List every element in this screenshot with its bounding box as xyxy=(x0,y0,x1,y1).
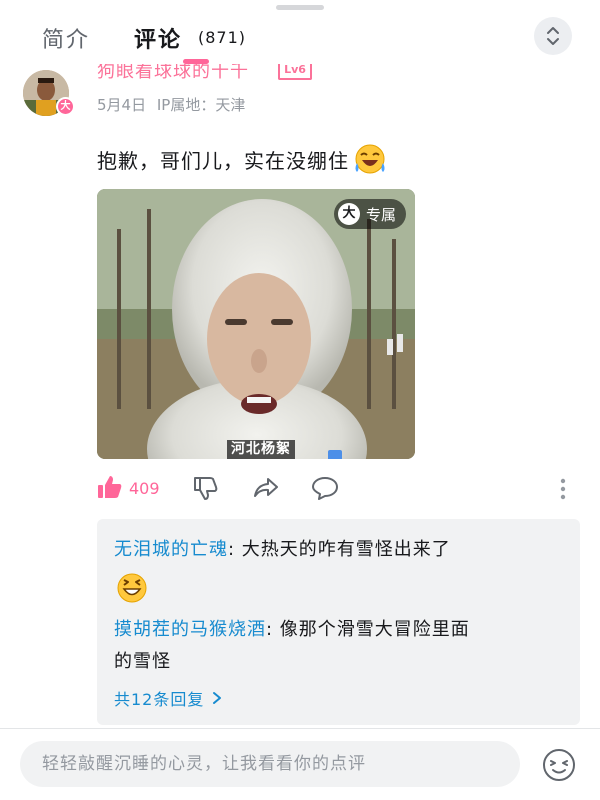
reply-username[interactable]: 无泪城的亡魂 xyxy=(114,539,228,560)
sort-toggle-icon xyxy=(547,27,559,45)
comment-body: 抱歉，哥们儿，实在没绷住 xyxy=(97,143,387,175)
view-all-replies-link[interactable]: 共12条回复 xyxy=(114,686,224,710)
user-level-badge: Lv6 xyxy=(278,64,312,80)
thumbs-up-icon xyxy=(98,476,122,498)
comment-image[interactable] xyxy=(97,189,415,459)
comment-input[interactable]: 轻轻敲醒沉睡的心灵，让我看看你的点评 xyxy=(20,741,520,787)
grinning-emoji-icon xyxy=(116,572,148,608)
comment-date: 5月4日 xyxy=(97,96,147,114)
reply-button[interactable] xyxy=(311,474,339,506)
thumbs-down-icon xyxy=(194,477,218,500)
reply-text-continued: 的雪怪 xyxy=(114,651,171,672)
reply-text: 像那个滑雪大冒险里面 xyxy=(279,619,470,640)
exclusive-tag: 大 专属 xyxy=(334,199,407,229)
dislike-button[interactable] xyxy=(193,474,219,506)
more-options-button[interactable] xyxy=(559,477,567,505)
reply-text: 大热天的咋有雪怪出来了 xyxy=(241,539,451,560)
more-vertical-icon xyxy=(560,478,566,500)
comment-text: 抱歉，哥们儿，实在没绷住 xyxy=(97,148,349,173)
replies-panel: 无泪城的亡魂: 大热天的咋有雪怪出来了 摸胡茬的马猴烧酒: 像那个滑雪大冒险里面… xyxy=(97,519,580,725)
image-caption: 河北杨絮 xyxy=(227,440,295,459)
exclusive-tag-icon: 大 xyxy=(338,203,360,225)
view-all-replies-label: 共12条回复 xyxy=(114,690,205,709)
reply-separator: : xyxy=(266,619,280,640)
share-button[interactable] xyxy=(252,474,280,506)
like-count: 409 xyxy=(129,479,160,498)
comment-username[interactable]: 狗眼看球球的十千 xyxy=(97,64,249,82)
reply-separator: : xyxy=(228,539,242,560)
comment-input-bar: 轻轻敲醒沉睡的心灵，让我看看你的点评 xyxy=(0,728,600,800)
reply-item[interactable]: 无泪城的亡魂: 大热天的咋有雪怪出来了 xyxy=(114,535,451,565)
reply-bubble-icon xyxy=(312,477,338,500)
share-icon xyxy=(254,478,278,497)
tab-comments[interactable]: 评论 xyxy=(134,22,182,54)
avatar-vip-badge: 大 xyxy=(56,97,75,116)
comment-actions: 409 xyxy=(97,474,577,506)
like-button[interactable]: 409 xyxy=(97,474,160,500)
comment-ip-location: IP属地：天津 xyxy=(156,96,246,114)
tab-intro[interactable]: 简介 xyxy=(42,22,90,54)
exclusive-tag-label: 专属 xyxy=(366,205,397,224)
comment-count: (871) xyxy=(198,28,247,47)
emoji-face-icon xyxy=(543,749,575,781)
tab-bar: 简介 评论 (871) xyxy=(0,0,600,70)
reply-item[interactable]: 摸胡茬的马猴烧酒: 像那个滑雪大冒险里面 xyxy=(114,615,574,645)
emoji-button[interactable] xyxy=(541,747,577,787)
reply-username[interactable]: 摸胡茬的马猴烧酒 xyxy=(114,619,266,640)
chevron-right-icon xyxy=(213,692,222,704)
laughing-emoji-icon xyxy=(355,144,385,174)
caption-marker xyxy=(328,450,342,459)
comment-meta: 5月4日 IP属地：天津 xyxy=(97,94,245,115)
sort-toggle-button[interactable] xyxy=(534,17,572,55)
